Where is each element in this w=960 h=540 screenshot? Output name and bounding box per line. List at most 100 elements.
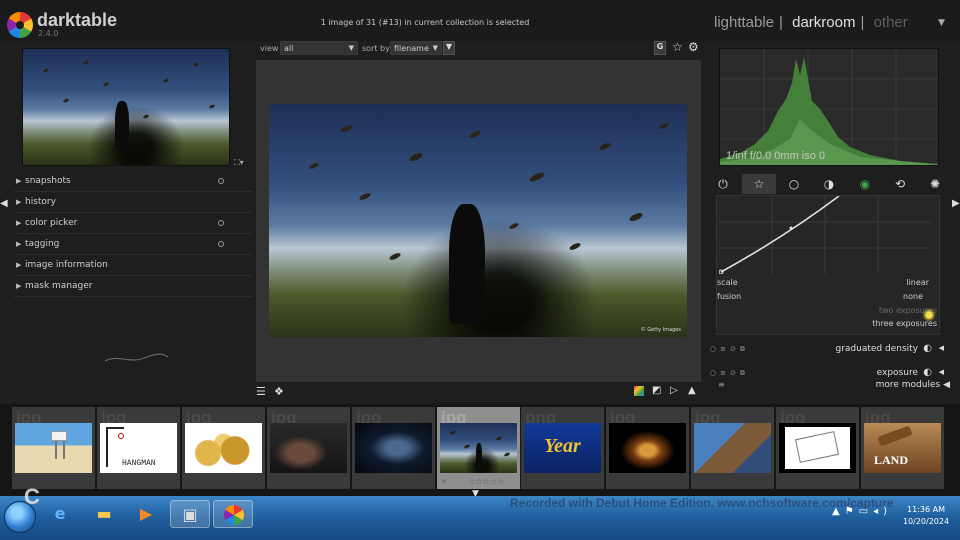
chevron-down-icon: ▼ (348, 44, 354, 52)
image-credit: © Getty Images (640, 327, 681, 333)
internet-explorer-icon[interactable]: e (40, 500, 80, 528)
filmstrip-thumbnail[interactable]: jpg (352, 407, 435, 489)
view-other[interactable]: other (874, 14, 908, 31)
correct-icon[interactable]: ⟲ (883, 174, 917, 194)
histogram[interactable]: 1/inf f/0.0 0mm iso 0 (719, 48, 939, 166)
sort-order-button[interactable]: ▼ (443, 41, 455, 55)
module-exposure[interactable]: ○≡⊙⧉ exposure ◐ ◀ (708, 364, 948, 378)
filmstrip-thumbnail[interactable]: jpg (691, 407, 774, 489)
module-image-information[interactable]: ▶ image information (14, 256, 252, 276)
sort-value: filename (394, 44, 429, 53)
thumbnail-image: HANGMAN (100, 423, 177, 473)
collapse-right-icon[interactable]: ▶ (952, 198, 960, 209)
reset-icon[interactable] (218, 220, 224, 226)
stars[interactable]: ☆☆☆☆☆ (468, 477, 504, 486)
thumbnail-caption: LAND (874, 453, 909, 467)
curve-graph[interactable] (719, 196, 931, 274)
mouse-cursor-icon (922, 308, 936, 322)
view-dropdown[interactable]: all ▼ (280, 41, 358, 55)
softproof-icon[interactable]: ◩ (652, 385, 661, 396)
scale-row[interactable]: scale linear (717, 278, 937, 287)
thumbnail-image: Year (524, 423, 601, 473)
more-modules-button[interactable]: more modules ◀ (876, 380, 950, 390)
main-image[interactable]: © Getty Images (269, 104, 687, 337)
gear-icon[interactable]: ⚙ (688, 40, 699, 54)
module-color-picker[interactable]: ▶ color picker (14, 214, 252, 234)
warning-icon[interactable]: ▲ (688, 385, 696, 396)
module-mask-manager[interactable]: ▶ mask manager (14, 277, 252, 297)
filmstrip-thumbnail[interactable]: jpg HANGMAN (97, 407, 180, 489)
filmstrip-thumbnail[interactable]: jpg (12, 407, 95, 489)
darktable-taskbar-icon[interactable] (213, 500, 253, 528)
module-tagging[interactable]: ▶ tagging (14, 235, 252, 255)
module-name: graduated density (835, 344, 919, 354)
histogram-exif-info: 1/inf f/0.0 0mm iso 0 (726, 150, 826, 162)
views-dropdown-icon[interactable]: ▼ (938, 18, 945, 28)
view-value: all (284, 44, 294, 53)
gamut-check-icon[interactable]: ▷ (670, 385, 678, 396)
media-player-icon[interactable]: ▶ (126, 500, 166, 528)
power-icon[interactable]: ◐ (923, 343, 932, 354)
view-darkroom[interactable]: darkroom (792, 14, 855, 31)
module-header-icons[interactable]: ○≡⊙⧉ (710, 345, 749, 354)
thumbnail-image (440, 423, 517, 473)
presets-icon[interactable]: ❖ (274, 385, 284, 398)
filmstrip-thumbnail[interactable]: jpg (267, 407, 350, 489)
zoom-menu-icon[interactable]: ⛶▾ (234, 158, 244, 168)
filmstrip-thumbnail[interactable]: jpg LAND (861, 407, 944, 489)
effect-icon[interactable]: ✺ (918, 174, 952, 194)
top-bar: darktable 2.4.0 1 image of 31 (#13) in c… (0, 0, 960, 42)
reset-icon[interactable] (218, 241, 224, 247)
grouping-icon[interactable]: G (654, 41, 666, 55)
module-header-icons[interactable]: ○≡⊙⧉ (710, 369, 749, 378)
fusion-row[interactable]: fusion none (717, 292, 937, 301)
color-assessment-icon[interactable] (634, 386, 644, 396)
view-separator: | (779, 14, 783, 31)
more-modules-label: more modules (875, 380, 941, 390)
scale-value[interactable]: linear (906, 278, 929, 287)
chevron-left-icon[interactable]: ◀ (939, 368, 944, 376)
power-icon[interactable]: ◐ (923, 367, 932, 378)
thumbnail-caption: HANGMAN (122, 459, 156, 468)
module-graduated-density[interactable]: ○≡⊙⧉ graduated density ◐ ◀ (708, 340, 948, 360)
filmstrip-thumbnail-selected[interactable]: jpg ✕ ☆☆☆☆☆ (437, 407, 520, 489)
color-circle-icon[interactable]: ◉ (848, 174, 882, 194)
basic-circle-icon[interactable]: ○ (777, 174, 811, 194)
filmstrip-thumbnail[interactable]: jpg (776, 407, 859, 489)
chevron-left-icon[interactable]: ◀ (939, 344, 944, 352)
star-icon[interactable]: ☆ (672, 40, 683, 54)
basecurve-module: scale linear fusion none two exposures t… (716, 195, 940, 335)
power-icon[interactable]: ⏻ (706, 174, 740, 194)
menu-icon[interactable]: ≡ (718, 380, 725, 389)
file-explorer-icon[interactable]: ▬ (84, 500, 124, 528)
darktable-logo-icon (7, 12, 33, 38)
module-history[interactable]: ▶ history (14, 193, 252, 213)
filmstrip-thumbnail[interactable]: png Year (521, 407, 604, 489)
clock-date: 10/20/2024 (902, 517, 950, 526)
sort-label: sort by (362, 44, 390, 53)
favorites-icon[interactable]: ☆ (742, 174, 776, 194)
floppy-disk-icon[interactable]: ▣ (170, 500, 210, 528)
center-bottom-toolbar: ☰ ❖ ◩ ▷ ▲ (256, 382, 704, 404)
clock-time: 11:36 AM (907, 505, 945, 514)
module-snapshots[interactable]: ▶ snapshots (14, 172, 252, 192)
navigation-thumbnail[interactable] (22, 48, 230, 166)
thumbnail-image (15, 423, 92, 473)
tone-circle-icon[interactable]: ◑ (812, 174, 846, 194)
system-tray[interactable]: ▲⚑▭◂) (832, 506, 892, 517)
filmstrip-thumbnail[interactable]: jpg (182, 407, 265, 489)
thumbnail-image (270, 423, 347, 473)
sort-dropdown[interactable]: filename ▼ (390, 41, 442, 55)
reject-icon[interactable]: ✕ (441, 477, 448, 486)
star-rating[interactable]: ✕ ☆☆☆☆☆ (441, 477, 516, 486)
fusion-value[interactable]: none (903, 292, 923, 301)
view-lighttable[interactable]: lighttable (714, 14, 774, 31)
histogram-graph (720, 49, 938, 165)
module-label: color picker (25, 218, 78, 228)
filmstrip-thumbnail[interactable]: jpg (606, 407, 689, 489)
clock[interactable]: 11:36 AM 10/20/2024 (898, 504, 954, 528)
selection-info: 1 image of 31 (#13) in current collectio… (320, 18, 530, 27)
reset-icon[interactable] (218, 178, 224, 184)
collapse-left-icon[interactable]: ◀ (0, 198, 8, 209)
quick-access-menu-icon[interactable]: ☰ (256, 385, 266, 398)
